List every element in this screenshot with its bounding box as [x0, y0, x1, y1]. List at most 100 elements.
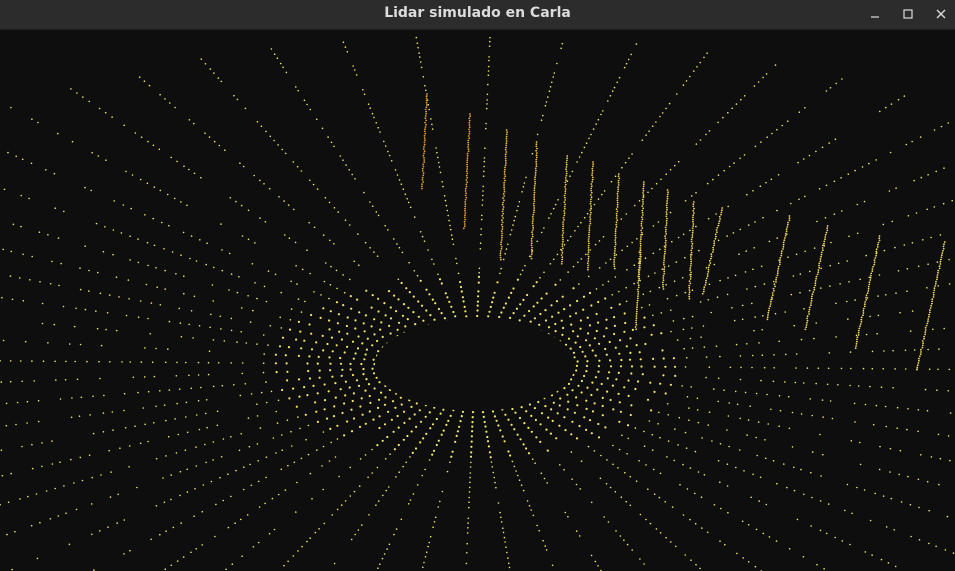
- lidar-point: [767, 314, 769, 316]
- lidar-point: [466, 159, 469, 162]
- lidar-point: [324, 197, 327, 199]
- lidar-point: [535, 156, 538, 159]
- lidar-point: [297, 320, 300, 323]
- lidar-point: [465, 315, 468, 318]
- lidar-point: [746, 343, 748, 345]
- lidar-point: [429, 535, 432, 538]
- lidar-point: [577, 261, 579, 264]
- lidar-point: [640, 231, 643, 234]
- lidar-point: [562, 225, 565, 228]
- lidar-point: [158, 148, 161, 151]
- lidar-point: [265, 401, 268, 404]
- lidar-point: [450, 305, 453, 308]
- lidar-point: [587, 249, 590, 251]
- lidar-point: [30, 162, 33, 165]
- lidar-point: [610, 306, 613, 309]
- lidar-point: [784, 234, 787, 237]
- lidar-point: [137, 261, 140, 264]
- lidar-point: [468, 128, 470, 131]
- lidar-point: [549, 263, 552, 265]
- lidar-point: [109, 361, 111, 363]
- lidar-point: [900, 501, 903, 503]
- lidar-point: [788, 427, 791, 430]
- lidar-point: [188, 374, 190, 377]
- lidar-point: [425, 110, 427, 113]
- lidar-point: [788, 548, 791, 550]
- lidar-point: [603, 516, 605, 518]
- lidar-point: [613, 263, 615, 266]
- lidar-point: [341, 411, 344, 415]
- lidar-point: [303, 339, 306, 342]
- lidar-point: [786, 486, 788, 489]
- title-bar[interactable]: Lidar simulado en Carla: [0, 0, 955, 30]
- lidar-point: [637, 271, 640, 273]
- lidar-point: [478, 271, 481, 274]
- lidar-point: [504, 413, 507, 416]
- lidar-point: [873, 259, 876, 262]
- lidar-point: [694, 450, 697, 453]
- lidar-point: [199, 239, 201, 241]
- lidar-point: [579, 327, 582, 330]
- lidar-point: [630, 53, 632, 56]
- lidar-point: [686, 357, 688, 359]
- lidar-point: [666, 208, 668, 211]
- lidar-point: [501, 228, 504, 230]
- lidar-point: [435, 147, 437, 149]
- lidar-point: [318, 528, 320, 530]
- lidar-point: [920, 454, 922, 456]
- lidar-point: [636, 306, 638, 309]
- lidar-point: [855, 334, 858, 337]
- lidar-point: [494, 481, 496, 484]
- lidar-point: [103, 394, 105, 397]
- lidar-point: [152, 217, 154, 220]
- lidar-point: [821, 399, 824, 401]
- lidar-point: [856, 336, 859, 339]
- lidar-point: [143, 80, 146, 82]
- lidar-point: [540, 297, 543, 300]
- lidar-point: [328, 356, 331, 359]
- lidar-point: [259, 217, 261, 219]
- lidar-point: [6, 533, 8, 536]
- lidar-point: [790, 293, 793, 296]
- lidar-point: [929, 311, 931, 314]
- lidar-point: [210, 480, 213, 483]
- lidar-point: [419, 56, 421, 58]
- lidar-point: [115, 276, 118, 278]
- lidar-point: [591, 178, 594, 181]
- lidar-point: [204, 63, 207, 65]
- lidar-point: [327, 136, 329, 138]
- lidar-point: [221, 384, 224, 387]
- lidar-point: [531, 215, 534, 218]
- lidar-viewport[interactable]: [0, 30, 955, 571]
- lidar-point: [20, 225, 22, 228]
- lidar-point: [225, 568, 227, 571]
- lidar-point: [502, 197, 504, 200]
- lidar-point: [727, 415, 730, 417]
- lidar-point: [713, 388, 715, 390]
- lidar-point: [550, 408, 553, 411]
- lidar-point: [159, 533, 161, 536]
- lidar-point: [408, 261, 410, 264]
- lidar-point: [947, 390, 949, 392]
- lidar-point: [811, 295, 813, 298]
- lidar-point: [308, 355, 311, 358]
- lidar-point: [428, 293, 431, 296]
- lidar-point: [334, 396, 337, 399]
- lidar-point: [821, 146, 824, 149]
- lidar-point: [565, 161, 568, 164]
- lidar-point: [364, 353, 367, 356]
- close-button[interactable]: [926, 0, 955, 28]
- lidar-point: [431, 128, 434, 130]
- lidar-point: [343, 434, 346, 437]
- lidar-point: [818, 264, 820, 267]
- lidar-point: [869, 276, 872, 279]
- lidar-point: [574, 341, 577, 344]
- lidar-point: [554, 283, 557, 286]
- minimize-button[interactable]: [860, 0, 890, 28]
- lidar-point: [940, 256, 943, 259]
- lidar-point: [576, 161, 578, 163]
- lidar-point: [826, 227, 829, 230]
- lidar-point: [562, 221, 564, 223]
- lidar-point: [311, 497, 313, 500]
- maximize-button[interactable]: [893, 0, 923, 28]
